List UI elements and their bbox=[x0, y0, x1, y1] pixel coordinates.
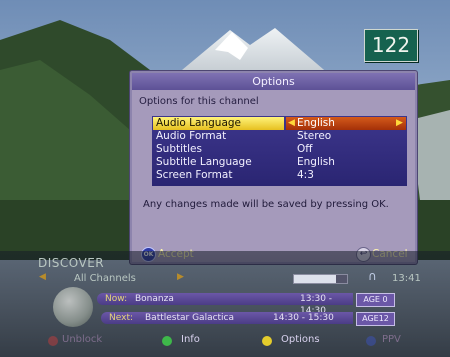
next-title: Battlestar Galactica bbox=[145, 313, 235, 323]
options-key[interactable]: Options bbox=[281, 333, 320, 347]
signal-meter-fill bbox=[294, 275, 337, 283]
green-key-icon bbox=[162, 336, 172, 346]
next-label: Next: bbox=[109, 313, 133, 323]
now-program[interactable]: Now: Bonanza 13:30 - 14:30 bbox=[97, 293, 353, 316]
channel-name: DISCOVER bbox=[38, 256, 105, 270]
option-label: Subtitle Language bbox=[156, 156, 252, 168]
option-value: Stereo bbox=[297, 130, 332, 142]
now-label: Now: bbox=[105, 294, 128, 304]
blue-key-icon bbox=[366, 336, 376, 346]
option-value: Off bbox=[297, 143, 313, 155]
dialog-title: Options bbox=[132, 73, 415, 90]
option-row-subtitles[interactable]: Subtitles Off bbox=[152, 143, 407, 156]
channel-number: 122 bbox=[364, 29, 418, 62]
next-time: 14:30 - 15:30 bbox=[273, 313, 334, 323]
info-key[interactable]: Info bbox=[181, 333, 200, 347]
option-value: 4:3 bbox=[297, 169, 314, 181]
option-label: Screen Format bbox=[156, 169, 233, 181]
option-label: Subtitles bbox=[156, 143, 202, 155]
red-key-icon bbox=[48, 336, 58, 346]
option-value: English bbox=[297, 117, 335, 129]
next-age-rating: AGE12 bbox=[356, 312, 395, 326]
now-title: Bonanza bbox=[135, 294, 174, 304]
channel-list-name: All Channels bbox=[74, 273, 136, 284]
save-note: Any changes made will be saved by pressi… bbox=[143, 199, 389, 210]
ppv-key[interactable]: PPV bbox=[382, 333, 401, 347]
option-row-subtitle-language[interactable]: Subtitle Language English bbox=[152, 156, 407, 169]
unblock-key[interactable]: Unblock bbox=[62, 333, 102, 347]
option-label: Audio Language bbox=[156, 117, 241, 129]
arrow-right-icon[interactable]: ▶ bbox=[396, 117, 403, 130]
option-row-screen-format[interactable]: Screen Format 4:3 bbox=[152, 169, 407, 182]
option-row-audio-format[interactable]: Audio Format Stereo bbox=[152, 130, 407, 143]
now-age-rating: AGE 0 bbox=[356, 293, 395, 307]
options-dialog: Options Options for this channel Audio L… bbox=[130, 71, 417, 264]
channel-prev-icon[interactable]: ◀ bbox=[39, 272, 46, 282]
option-value: English bbox=[297, 156, 335, 168]
dialog-subtitle: Options for this channel bbox=[139, 96, 259, 107]
clock: 13:41 bbox=[392, 273, 421, 284]
channel-next-icon[interactable]: ▶ bbox=[177, 272, 184, 282]
option-row-audio-language[interactable]: Audio Language ◀ English ▶ bbox=[152, 117, 407, 130]
option-label: Audio Format bbox=[156, 130, 227, 142]
headphones-icon: ∩ bbox=[368, 269, 377, 283]
next-program[interactable]: Next: Battlestar Galactica 14:30 - 15:30 bbox=[101, 312, 353, 324]
options-menu: Audio Language ◀ English ▶ Audio Format … bbox=[152, 116, 407, 186]
arrow-left-icon[interactable]: ◀ bbox=[288, 117, 295, 130]
channel-logo bbox=[53, 287, 93, 327]
tv-screen: 122 Options Options for this channel Aud… bbox=[0, 0, 450, 357]
signal-meter bbox=[293, 274, 348, 284]
yellow-key-icon bbox=[262, 336, 272, 346]
